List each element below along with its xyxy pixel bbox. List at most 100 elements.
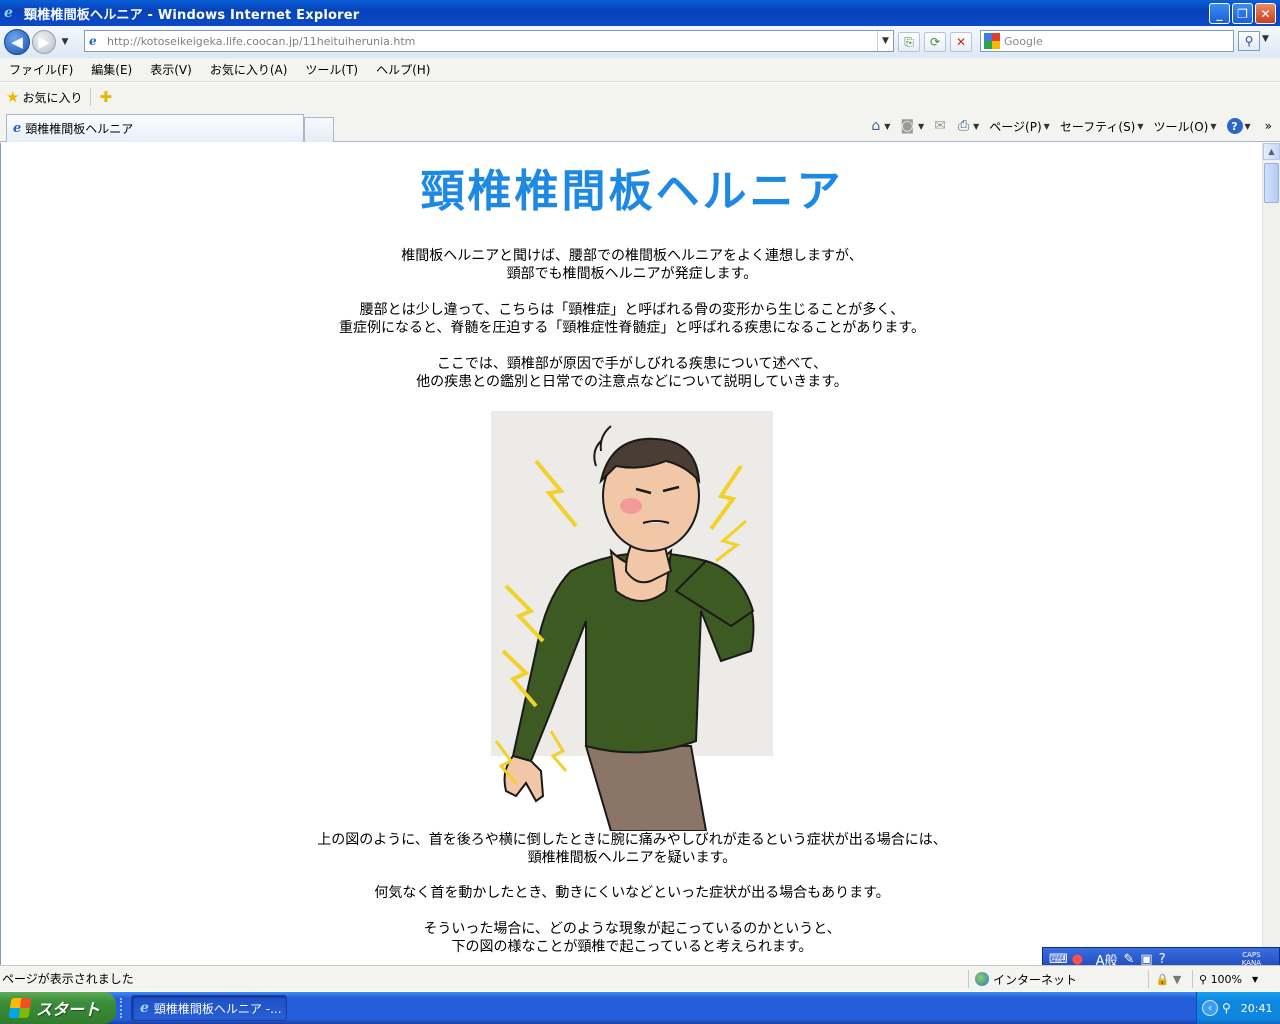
back-button[interactable]: ◀ <box>4 29 30 55</box>
forward-button[interactable]: ▶ <box>32 30 56 54</box>
tools-menu-label: ツール(O) <box>1153 119 1209 134</box>
page-menu-label: ページ(P) <box>989 119 1042 134</box>
caps-label: CAPS <box>1242 951 1261 959</box>
new-tab-button[interactable] <box>304 117 334 142</box>
title-bar: e 頸椎椎間板ヘルニア - Windows Internet Explorer … <box>0 0 1280 26</box>
safety-menu-label: セーフティ(S) <box>1059 119 1136 134</box>
page-content: 頸椎椎間板ヘルニア 椎間板ヘルニアと聞けば、腰部での椎間板ヘルニアをよく連想しま… <box>0 143 1262 965</box>
intro-paragraph: 椎間板ヘルニアと聞けば、腰部での椎間板ヘルニアをよく連想しますが、 頸部でも椎間… <box>1 247 1262 283</box>
internet-zone-globe-icon <box>975 972 989 986</box>
protected-mode-icon[interactable]: 🔒 ▼ <box>1148 970 1188 988</box>
recent-pages-dropdown[interactable]: ▼ <box>58 37 72 47</box>
restore-button[interactable]: ❐ <box>1232 3 1253 24</box>
taskbar-ie-window-button[interactable]: e 頸椎椎間板ヘルニア -... <box>131 995 287 1021</box>
taskbar-window-title: 頸椎椎間板ヘルニア -... <box>153 1001 282 1016</box>
refresh-icon[interactable]: ⟳ <box>924 32 946 52</box>
page-heading: 頸椎椎間板ヘルニア <box>420 166 844 217</box>
text-line: 椎間板ヘルニアと聞けば、腰部での椎間板ヘルニアをよく連想しますが、 <box>401 248 863 264</box>
minimize-button[interactable]: _ <box>1209 3 1230 24</box>
search-button[interactable]: ⚲ <box>1238 31 1260 51</box>
text-line: ここでは、頸椎部が原因で手がしびれる疾患について述べて、 <box>436 356 828 372</box>
address-url[interactable]: http://kotoseikeigeka.life.coocan.jp/11h… <box>107 35 415 48</box>
feeds-button[interactable]: ◙ ▼ <box>900 118 924 134</box>
add-to-favorites-bar-icon[interactable]: ✚ <box>99 88 112 106</box>
menu-edit[interactable]: 編集(E) <box>82 61 141 78</box>
zoom-level[interactable]: ⚲ 100% ▼ <box>1192 970 1258 988</box>
favorites-star-icon: ★ <box>6 88 20 106</box>
command-bar: ⌂ ▼ ◙ ▼ ✉ ⎙ ▼ ページ(P) ▼ セーフティ(S) ▼ ツール(O) ▼ ? ▼ … <box>861 115 1272 137</box>
rss-feed-icon: ◙ <box>900 118 915 134</box>
print-button[interactable]: ⎙ ▼ <box>958 118 979 134</box>
close-button[interactable]: ✕ <box>1255 3 1276 24</box>
clock[interactable]: 20:41 <box>1241 1002 1273 1015</box>
vertical-scrollbar[interactable]: ▲ <box>1262 143 1280 965</box>
text-line: 何気なく首を動かしたとき、動きにくいなどといった症状が出る場合もあります。 <box>374 885 890 901</box>
cause-paragraph: 腰部とは少し違って、こちらは「頸椎症」と呼ばれる骨の変形から生じることが多く、 … <box>1 301 1262 337</box>
address-bar[interactable]: e http://kotoseikeigeka.life.coocan.jp/1… <box>84 30 894 52</box>
help-menu[interactable]: ? ▼ <box>1226 118 1251 134</box>
home-icon: ⌂ <box>871 118 881 134</box>
security-zone[interactable]: インターネット <box>968 970 1144 988</box>
taskbar-ie-icon: e <box>140 1000 149 1016</box>
window-controls: _ ❐ ✕ <box>1209 3 1276 24</box>
tab-favicon-icon: e <box>13 121 22 136</box>
search-placeholder[interactable]: Google <box>1004 35 1043 48</box>
text-line: 他の疾患との鑑別と日常での注意点などについて説明していきます。 <box>416 374 848 390</box>
tab-row: e 頸椎椎間板ヘルニア ⌂ ▼ ◙ ▼ ✉ ⎙ ▼ ページ(P) ▼ セーフティ(S) ▼… <box>0 111 1280 142</box>
favorites-label: お気に入り <box>22 90 83 105</box>
text-line: 頸部でも椎間板ヘルニアが発症します。 <box>506 266 758 282</box>
favorites-button[interactable]: ★ お気に入り <box>6 88 82 106</box>
start-label: スタート <box>36 1000 101 1019</box>
address-dropdown-icon[interactable]: ▼ <box>877 31 893 51</box>
compatibility-view-icon[interactable]: ⎘ <box>898 32 920 52</box>
zone-label: インターネット <box>993 972 1078 987</box>
google-logo-icon <box>984 33 1000 49</box>
movement-paragraph: 何気なく首を動かしたとき、動きにくいなどといった症状が出る場合もあります。 <box>1 884 1262 902</box>
menu-file[interactable]: ファイル(F) <box>0 61 82 78</box>
menu-help[interactable]: ヘルプ(H) <box>367 61 439 78</box>
purpose-paragraph: ここでは、頸椎部が原因で手がしびれる疾患について述べて、 他の疾患との鑑別と日常… <box>1 355 1262 391</box>
symptom-paragraph: 上の図のように、首を後ろや横に倒したときに腕に痛みやしびれが走るという症状が出る… <box>1 831 1262 867</box>
menu-tools[interactable]: ツール(T) <box>296 61 367 78</box>
page-favicon-icon: e <box>89 34 97 48</box>
text-line: そういった場合に、どのような現象が起こっているのかというと、 <box>423 921 841 937</box>
more-commands-chevron-icon[interactable]: » <box>1265 119 1272 133</box>
stop-icon[interactable]: ✕ <box>950 32 972 52</box>
system-tray: ‹ ⚲ 20:41 <box>1196 992 1280 1024</box>
scroll-thumb[interactable] <box>1264 163 1279 203</box>
zoom-icon: ⚲ <box>1199 972 1211 986</box>
home-button[interactable]: ⌂ ▼ <box>871 118 890 134</box>
text-line: 腰部とは少し違って、こちらは「頸椎症」と呼ばれる骨の変形から生じることが多く、 <box>359 302 905 318</box>
scroll-up-icon[interactable]: ▲ <box>1263 143 1280 160</box>
favorites-separator <box>90 88 92 106</box>
neck-pain-illustration <box>491 411 773 831</box>
favorites-bar: ★ お気に入り ✚ <box>0 83 1280 111</box>
taskbar-grip <box>120 998 124 1018</box>
zoom-value: 100% <box>1210 972 1243 986</box>
tab-current[interactable]: e 頸椎椎間板ヘルニア <box>6 114 304 142</box>
text-line: 頸椎椎間板ヘルニアを疑います。 <box>527 850 737 866</box>
page-menu[interactable]: ページ(P) ▼ <box>989 118 1050 135</box>
status-text: ページが表示されました <box>2 972 134 986</box>
search-box[interactable]: Google <box>980 30 1234 52</box>
menu-view[interactable]: 表示(V) <box>141 61 201 78</box>
menu-favorites[interactable]: お気に入り(A) <box>201 61 297 78</box>
mail-icon: ✉ <box>934 118 946 134</box>
read-mail-button[interactable]: ✉ <box>934 118 948 134</box>
taskbar: スタート e 頸椎椎間板ヘルニア -... ‹ ⚲ 20:41 <box>0 992 1280 1024</box>
search-tray-icon[interactable]: ⚲ <box>1222 1001 1231 1015</box>
show-hidden-icons-chevron-icon[interactable]: ‹ <box>1202 1000 1218 1016</box>
tab-title: 頸椎椎間板ヘルニア <box>25 122 134 136</box>
tools-menu[interactable]: ツール(O) ▼ <box>1154 118 1217 135</box>
help-icon: ? <box>1226 118 1243 134</box>
neck-pain-drawing <box>491 411 773 831</box>
ie-logo-icon: e <box>4 5 13 21</box>
printer-icon: ⎙ <box>957 118 970 134</box>
search-options-icon[interactable]: ▼ <box>1262 34 1269 44</box>
safety-menu[interactable]: セーフティ(S) ▼ <box>1060 118 1144 135</box>
zoom-dropdown-icon[interactable]: ▼ <box>1252 975 1258 984</box>
status-bar: ページが表示されました インターネット 🔒 ▼ ⚲ 100% ▼ <box>0 965 1280 991</box>
start-button[interactable]: スタート <box>0 992 116 1024</box>
windows-flag-icon <box>8 998 32 1018</box>
window-title: 頸椎椎間板ヘルニア - Windows Internet Explorer <box>24 7 360 23</box>
